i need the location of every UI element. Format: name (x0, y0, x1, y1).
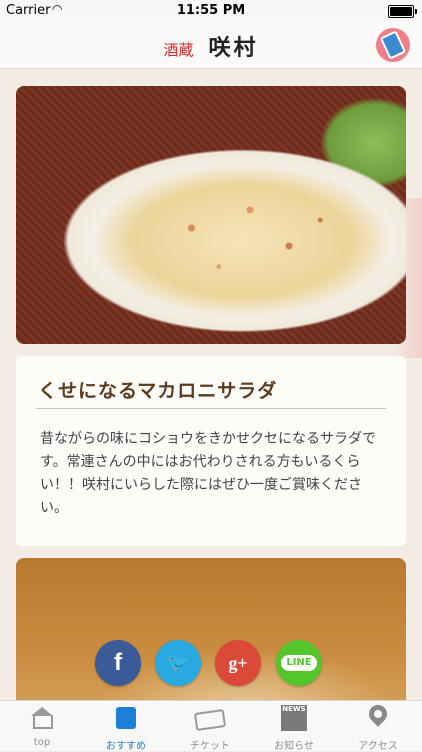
recommend-icon (116, 707, 136, 729)
line-share-button[interactable]: LINE (276, 640, 322, 686)
share-buttons: f 🐦 g+ LINE (0, 640, 422, 686)
article-card: くせになるマカロニサラダ 昔ながらの味にコショウをきかせクセになるサラダです。常… (16, 356, 406, 546)
clock: 11:55 PM (176, 3, 246, 18)
tab-ticket[interactable]: チケット (168, 701, 252, 752)
logo-big-text: 咲村 (208, 35, 259, 61)
tab-top[interactable]: top (0, 701, 84, 751)
title-divider (36, 408, 386, 409)
tab-access[interactable]: アクセス (336, 701, 420, 752)
photo-detail (16, 86, 406, 344)
article-body: 昔ながらの味にコショウをきかせクセになるサラダです。常連さんの中にはお代わりされ… (40, 431, 376, 516)
battery-icon (388, 5, 417, 18)
app-logo: 酒蔵 咲村 (0, 30, 422, 62)
facebook-share-button[interactable]: f (95, 640, 141, 686)
line-icon: LINE (281, 655, 317, 671)
tab-recommend[interactable]: おすすめ (84, 701, 168, 752)
map-pin-icon (365, 701, 391, 727)
tab-news[interactable]: NEWS お知らせ (252, 701, 336, 752)
ticket-icon (193, 709, 227, 731)
dish-photo-macaroni-salad (16, 86, 406, 344)
article-title: くせになるマカロニサラダ (38, 380, 278, 402)
tab-bar: top おすすめ チケット NEWS お知らせ アクセス (0, 700, 422, 752)
nav-header: 酒蔵 咲村 (0, 22, 422, 69)
status-bar: Carrier ◠ 11:55 PM (0, 0, 422, 22)
news-icon: NEWS (281, 705, 307, 731)
twitter-icon: 🐦 (166, 652, 190, 673)
phone-icon (379, 30, 407, 60)
googleplus-icon: g+ (228, 653, 248, 673)
home-icon (33, 715, 53, 729)
call-button[interactable] (376, 28, 410, 62)
googleplus-share-button[interactable]: g+ (215, 640, 261, 686)
twitter-share-button[interactable]: 🐦 (155, 640, 201, 686)
tab-label: top (33, 737, 51, 748)
logo-small-text: 酒蔵 (163, 41, 194, 59)
recommend-content[interactable]: くせになるマカロニサラダ 昔ながらの味にコショウをきかせクセになるサラダです。常… (0, 68, 422, 700)
facebook-icon: f (114, 649, 122, 676)
news-icon-text: NEWS (282, 705, 306, 713)
